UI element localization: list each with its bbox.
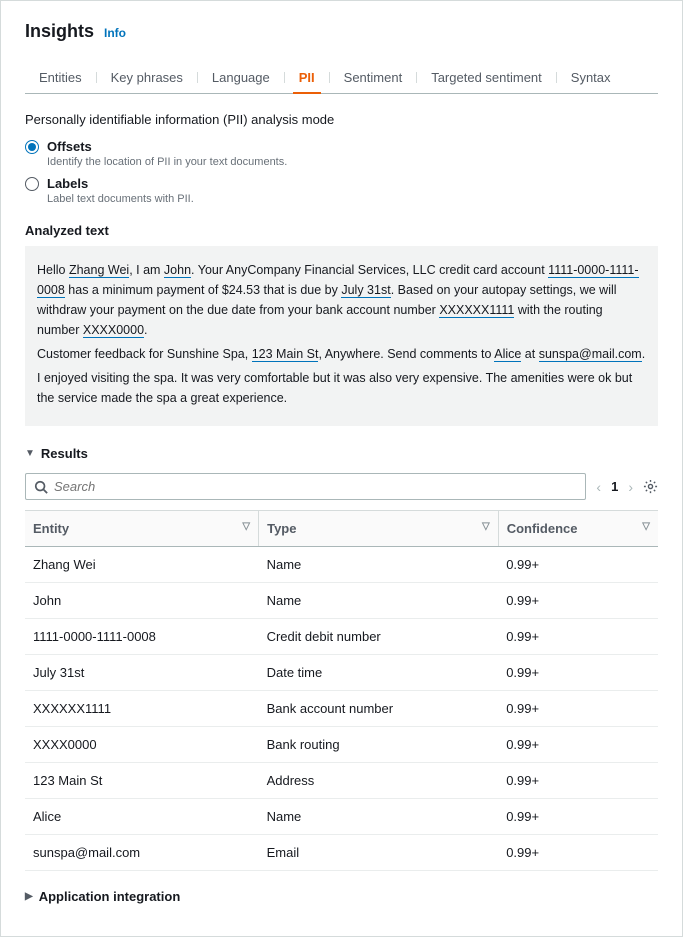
cell-type: Credit debit number bbox=[259, 619, 499, 655]
results-label: Results bbox=[41, 446, 88, 461]
analyzed-paragraph-2: Customer feedback for Sunshine Spa, 123 … bbox=[37, 344, 646, 364]
prev-page-icon[interactable]: ‹ bbox=[596, 479, 601, 495]
app-integration-expander[interactable]: ▶ Application integration bbox=[25, 889, 658, 904]
sort-icon: ▽ bbox=[242, 521, 250, 532]
page-number: 1 bbox=[611, 479, 618, 494]
table-row: 1111-0000-1111-0008Credit debit number0.… bbox=[25, 619, 658, 655]
cell-entity: Zhang Wei bbox=[25, 547, 259, 583]
pii-name: Zhang Wei bbox=[69, 263, 129, 278]
cell-entity: XXXX0000 bbox=[25, 727, 259, 763]
info-link[interactable]: Info bbox=[104, 26, 126, 40]
cell-confidence: 0.99+ bbox=[498, 655, 658, 691]
cell-confidence: 0.99+ bbox=[498, 691, 658, 727]
cell-type: Email bbox=[259, 835, 499, 871]
results-expander[interactable]: ▼ Results bbox=[25, 446, 658, 461]
cell-type: Name bbox=[259, 583, 499, 619]
table-row: XXXX0000Bank routing0.99+ bbox=[25, 727, 658, 763]
analyzed-paragraph-3: I enjoyed visiting the spa. It was very … bbox=[37, 368, 646, 408]
chevron-down-icon: ▼ bbox=[25, 448, 35, 459]
cell-confidence: 0.99+ bbox=[498, 727, 658, 763]
search-icon bbox=[34, 480, 48, 494]
pii-date: July 31st bbox=[341, 283, 390, 298]
pii-bank-account: XXXXXX1111 bbox=[439, 303, 514, 318]
radio-offsets-desc: Identify the location of PII in your tex… bbox=[47, 156, 287, 168]
table-row: sunspa@mail.comEmail0.99+ bbox=[25, 835, 658, 871]
col-type[interactable]: Type▽ bbox=[259, 511, 499, 547]
analyzed-paragraph-1: Hello Zhang Wei, I am John. Your AnyComp… bbox=[37, 260, 646, 340]
cell-entity: July 31st bbox=[25, 655, 259, 691]
tab-syntax[interactable]: Syntax bbox=[557, 62, 625, 93]
table-header-row: Entity▽ Type▽ Confidence▽ bbox=[25, 511, 658, 547]
radio-labels-row[interactable]: Labels Label text documents with PII. bbox=[25, 176, 658, 205]
pii-name: Alice bbox=[494, 347, 521, 362]
insights-panel: Insights Info Entities Key phrases Langu… bbox=[0, 0, 683, 937]
app-integration-label: Application integration bbox=[39, 889, 181, 904]
radio-labels-desc: Label text documents with PII. bbox=[47, 193, 194, 205]
tab-sentiment[interactable]: Sentiment bbox=[330, 62, 417, 93]
col-confidence[interactable]: Confidence▽ bbox=[498, 511, 658, 547]
tab-targeted-sentiment[interactable]: Targeted sentiment bbox=[417, 62, 556, 93]
pii-routing: XXXX0000 bbox=[83, 323, 144, 338]
pagination: ‹ 1 › bbox=[596, 479, 633, 495]
tab-key-phrases[interactable]: Key phrases bbox=[97, 62, 197, 93]
cell-confidence: 0.99+ bbox=[498, 583, 658, 619]
cell-entity: sunspa@mail.com bbox=[25, 835, 259, 871]
chevron-right-icon: ▶ bbox=[25, 891, 33, 902]
tab-pii[interactable]: PII bbox=[285, 62, 329, 93]
results-table: Entity▽ Type▽ Confidence▽ Zhang WeiName0… bbox=[25, 510, 658, 871]
sort-icon: ▽ bbox=[642, 521, 650, 532]
analyzed-text-label: Analyzed text bbox=[25, 223, 658, 238]
pii-email: sunspa@mail.com bbox=[539, 347, 642, 362]
table-row: JohnName0.99+ bbox=[25, 583, 658, 619]
cell-entity: XXXXXX1111 bbox=[25, 691, 259, 727]
cell-type: Name bbox=[259, 547, 499, 583]
tab-entities[interactable]: Entities bbox=[25, 62, 96, 93]
cell-entity: 1111-0000-1111-0008 bbox=[25, 619, 259, 655]
table-row: 123 Main StAddress0.99+ bbox=[25, 763, 658, 799]
gear-icon[interactable] bbox=[643, 479, 658, 494]
tab-language[interactable]: Language bbox=[198, 62, 284, 93]
panel-header: Insights Info bbox=[25, 21, 658, 42]
radio-offsets[interactable] bbox=[25, 140, 39, 154]
cell-confidence: 0.99+ bbox=[498, 547, 658, 583]
cell-type: Bank routing bbox=[259, 727, 499, 763]
sort-icon: ▽ bbox=[482, 521, 490, 532]
radio-offsets-row[interactable]: Offsets Identify the location of PII in … bbox=[25, 139, 658, 168]
cell-entity: 123 Main St bbox=[25, 763, 259, 799]
table-row: July 31stDate time0.99+ bbox=[25, 655, 658, 691]
cell-confidence: 0.99+ bbox=[498, 763, 658, 799]
tabs-bar: Entities Key phrases Language PII Sentim… bbox=[25, 62, 658, 94]
analysis-mode-label: Personally identifiable information (PII… bbox=[25, 112, 658, 127]
cell-type: Bank account number bbox=[259, 691, 499, 727]
cell-type: Date time bbox=[259, 655, 499, 691]
table-row: AliceName0.99+ bbox=[25, 799, 658, 835]
radio-labels[interactable] bbox=[25, 177, 39, 191]
cell-confidence: 0.99+ bbox=[498, 799, 658, 835]
analyzed-text-box: Hello Zhang Wei, I am John. Your AnyComp… bbox=[25, 246, 658, 426]
radio-offsets-label: Offsets bbox=[47, 139, 287, 154]
cell-entity: John bbox=[25, 583, 259, 619]
cell-confidence: 0.99+ bbox=[498, 835, 658, 871]
cell-confidence: 0.99+ bbox=[498, 619, 658, 655]
cell-type: Address bbox=[259, 763, 499, 799]
col-entity[interactable]: Entity▽ bbox=[25, 511, 259, 547]
radio-labels-label: Labels bbox=[47, 176, 194, 191]
table-row: XXXXXX1111Bank account number0.99+ bbox=[25, 691, 658, 727]
next-page-icon[interactable]: › bbox=[628, 479, 633, 495]
cell-type: Name bbox=[259, 799, 499, 835]
search-input[interactable] bbox=[54, 479, 577, 494]
pii-address: 123 Main St bbox=[252, 347, 319, 362]
cell-entity: Alice bbox=[25, 799, 259, 835]
panel-title: Insights bbox=[25, 21, 94, 42]
analysis-mode-group: Offsets Identify the location of PII in … bbox=[25, 139, 658, 205]
search-box[interactable] bbox=[25, 473, 586, 500]
results-toolbar: ‹ 1 › bbox=[25, 473, 658, 500]
pii-name: John bbox=[164, 263, 191, 278]
table-row: Zhang WeiName0.99+ bbox=[25, 547, 658, 583]
